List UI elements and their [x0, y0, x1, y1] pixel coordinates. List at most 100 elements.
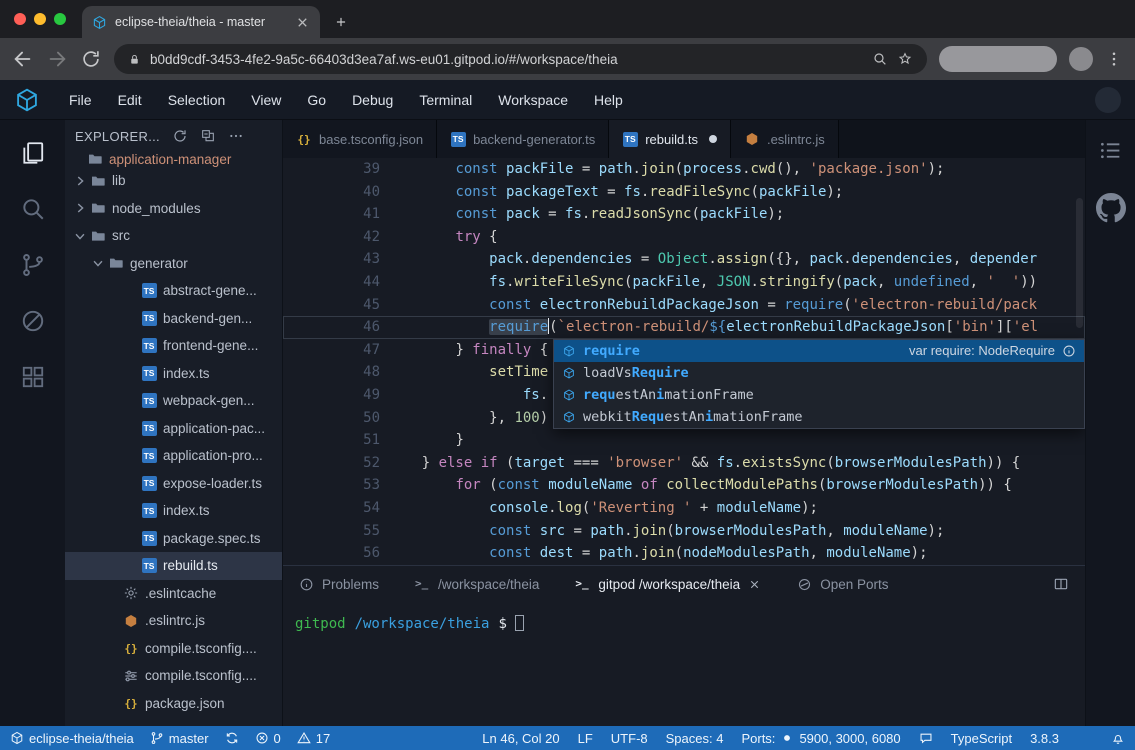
status-branch[interactable]: master	[150, 731, 209, 746]
lock-icon	[128, 53, 141, 66]
panel-tab-terminal-2[interactable]: >_gitpod /workspace/theia	[575, 577, 761, 592]
status-left: eclipse-theia/theia master 0 17	[10, 731, 330, 746]
editor-tab-eslintrc-js[interactable]: .eslintrc.js	[731, 120, 839, 158]
tree-item-index.ts[interactable]: TSindex.ts	[65, 497, 282, 525]
status-eol[interactable]: LF	[578, 731, 593, 746]
status-right: Ln 46, Col 20 LF UTF-8 Spaces: 4 Ports:5900,…	[482, 731, 1125, 746]
suggest-item-requestAnimationFrame[interactable]: requestAnimationFrame	[554, 384, 1084, 406]
code-editor[interactable]: 39 const packFile = path.join(process.cw…	[283, 158, 1085, 565]
activity-extensions-icon[interactable]	[20, 364, 46, 390]
bookmark-star-icon[interactable]	[897, 51, 913, 67]
reload-icon[interactable]	[80, 48, 102, 70]
panel-tab-problems[interactable]: Problems	[299, 577, 379, 592]
chevron-right-icon	[73, 201, 87, 215]
status-ts-version[interactable]: 3.8.3	[1030, 731, 1059, 746]
zoom-window-button[interactable]	[54, 13, 66, 25]
status-encoding[interactable]: UTF-8	[611, 731, 648, 746]
read-more-icon[interactable]	[1062, 344, 1076, 358]
url-text[interactable]: b0dd9cdf-3453-4fe2-9a5c-66403d3ea7af.ws-…	[150, 52, 863, 67]
right-github-icon[interactable]	[1096, 193, 1126, 223]
suggest-item-loadVsRequire[interactable]: loadVsRequire	[554, 362, 1084, 384]
tree-item-expose-loader.ts[interactable]: TSexpose-loader.ts	[65, 470, 282, 498]
terminal[interactable]: gitpod/workspace/theia$	[283, 602, 1085, 726]
tree-item-application-manager[interactable]: application-manager	[65, 152, 282, 167]
tree-item-application-pac...[interactable]: TSapplication-pac...	[65, 415, 282, 443]
right-outline-icon[interactable]	[1098, 138, 1123, 163]
suggest-item-require[interactable]: requirevar require: NodeRequire	[554, 340, 1084, 362]
refresh-icon[interactable]	[172, 128, 188, 144]
menu-go[interactable]: Go	[294, 80, 339, 119]
tree-item-compile.tsconfig....[interactable]: compile.tsconfig....	[65, 662, 282, 690]
tab-label: rebuild.ts	[645, 132, 698, 147]
tree-item-generator[interactable]: generator	[65, 250, 282, 278]
status-language[interactable]: TypeScript	[951, 731, 1012, 746]
tree-item-rebuild.ts[interactable]: TSrebuild.ts	[65, 552, 282, 580]
editor-tab-backend-generator-ts[interactable]: TSbackend-generator.ts	[437, 120, 609, 158]
more-actions-icon[interactable]	[228, 128, 244, 144]
minimize-window-button[interactable]	[34, 13, 46, 25]
activity-search-icon[interactable]	[20, 196, 46, 222]
cube-icon	[10, 731, 24, 745]
tree-item-package.json[interactable]: {}package.json	[65, 690, 282, 718]
menu-selection[interactable]: Selection	[155, 80, 239, 119]
menu-workspace[interactable]: Workspace	[485, 80, 581, 119]
status-feedback[interactable]	[919, 731, 933, 745]
close-icon[interactable]	[748, 578, 761, 591]
menu-view[interactable]: View	[238, 80, 294, 119]
activity-debug-icon[interactable]	[20, 308, 46, 334]
panel-tab-open-ports[interactable]: Open Ports	[797, 577, 888, 592]
tree-item-frontend-gene...[interactable]: TSfrontend-gene...	[65, 332, 282, 360]
tree-item-.eslintrc.js[interactable]: .eslintrc.js	[65, 607, 282, 635]
terminal-user: gitpod	[295, 616, 346, 632]
tree-item-webpack-gen...[interactable]: TSwebpack-gen...	[65, 387, 282, 415]
tree-item-abstract-gene...[interactable]: TSabstract-gene...	[65, 277, 282, 305]
tree-item-backend-gen...[interactable]: TSbackend-gen...	[65, 305, 282, 333]
panel-tab-terminal-1[interactable]: >_/workspace/theia	[415, 577, 539, 592]
gitpod-logo-icon[interactable]	[14, 87, 40, 113]
tree-item-compile.tsconfig....[interactable]: {}compile.tsconfig....	[65, 635, 282, 663]
tree-item-index.ts[interactable]: TSindex.ts	[65, 360, 282, 388]
menu-debug[interactable]: Debug	[339, 80, 406, 119]
menu-edit[interactable]: Edit	[105, 80, 155, 119]
tree-item-src[interactable]: src	[65, 222, 282, 250]
modified-dot-icon[interactable]	[709, 135, 717, 143]
bell-icon	[1111, 731, 1125, 745]
browser-menu-icon[interactable]	[1105, 50, 1123, 68]
tree-item-.eslintcache[interactable]: .eslintcache	[65, 580, 282, 608]
activity-explorer-icon[interactable]	[20, 140, 46, 166]
tree-item-lib[interactable]: lib	[65, 167, 282, 195]
status-sync[interactable]	[225, 731, 239, 745]
status-indentation[interactable]: Spaces: 4	[666, 731, 724, 746]
menu-file[interactable]: File	[56, 80, 105, 119]
editor-scrollbar[interactable]	[1076, 198, 1083, 328]
zoom-icon[interactable]	[872, 51, 888, 67]
gitpod-favicon-icon	[92, 15, 107, 30]
browser-tab[interactable]: eclipse-theia/theia - master	[82, 6, 320, 38]
address-bar[interactable]: b0dd9cdf-3453-4fe2-9a5c-66403d3ea7af.ws-…	[114, 44, 927, 74]
status-ports[interactable]: Ports:5900, 3000, 6080	[741, 731, 900, 746]
editor-tab-base-tsconfig-json[interactable]: {}base.tsconfig.json	[283, 120, 437, 158]
tree-item-application-pro...[interactable]: TSapplication-pro...	[65, 442, 282, 470]
user-avatar[interactable]	[1095, 87, 1121, 113]
tree-item-package.spec.ts[interactable]: TSpackage.spec.ts	[65, 525, 282, 553]
status-errors[interactable]: 0	[255, 731, 281, 746]
status-cursor-position[interactable]: Ln 46, Col 20	[482, 731, 559, 746]
new-tab-button[interactable]	[328, 9, 354, 35]
menu-help[interactable]: Help	[581, 80, 636, 119]
split-panel-icon[interactable]	[1053, 576, 1069, 592]
menu-terminal[interactable]: Terminal	[406, 80, 485, 119]
suggest-item-webkitRequestAnimationFrame[interactable]: webkitRequestAnimationFrame	[554, 406, 1084, 428]
forward-icon[interactable]	[46, 48, 68, 70]
tree-item-label: node_modules	[112, 201, 201, 216]
collapse-all-icon[interactable]	[200, 128, 216, 144]
close-window-button[interactable]	[14, 13, 26, 25]
back-icon[interactable]	[12, 48, 34, 70]
tree-item-node-modules[interactable]: node_modules	[65, 195, 282, 223]
status-warnings[interactable]: 17	[297, 731, 330, 746]
tab-close-icon[interactable]	[295, 15, 310, 30]
activity-source-control-icon[interactable]	[20, 252, 46, 278]
browser-profile-avatar[interactable]	[1069, 47, 1093, 71]
editor-tab-rebuild-ts[interactable]: TSrebuild.ts	[609, 120, 731, 158]
status-notifications[interactable]	[1111, 731, 1125, 745]
status-workspace[interactable]: eclipse-theia/theia	[10, 731, 134, 746]
